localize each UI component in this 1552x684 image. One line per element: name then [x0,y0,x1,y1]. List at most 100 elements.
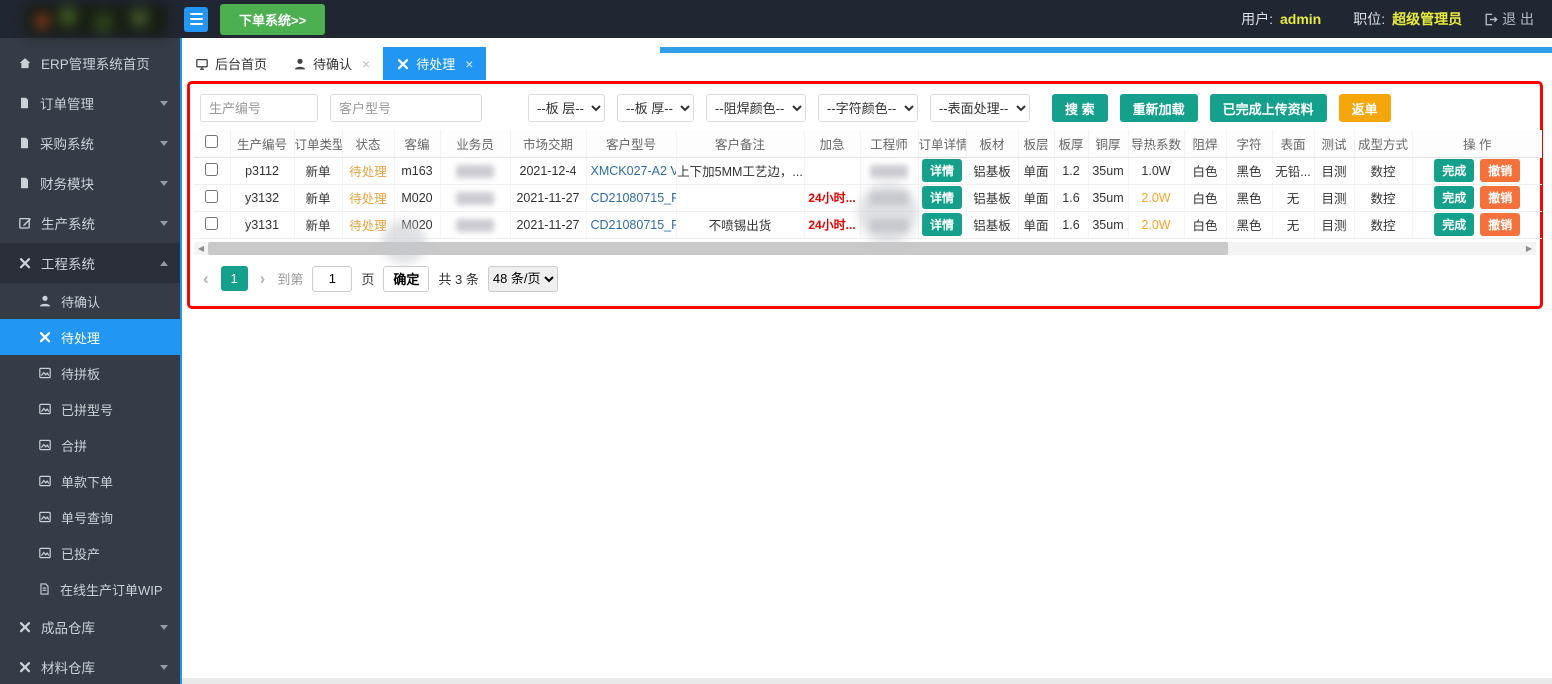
tools-icon [19,662,31,673]
scroll-right-icon[interactable]: ▶ [1522,242,1536,255]
scrollbar-thumb[interactable] [208,241,1228,255]
complete-button[interactable]: 完成 [1434,186,1475,209]
sidebar-item-finance[interactable]: 财务模块 [0,163,180,203]
sidebar: ERP管理系统首页 订单管理 采购系统 财务模块 生产系统 工程系统 待确认 待… [0,38,180,684]
menu-toggle-button[interactable] [184,6,208,32]
cell-silkscreen: 黑色 [1226,211,1273,239]
customer-model-link[interactable]: XMCK027-A2 V1... [586,157,677,185]
page-1-button[interactable]: 1 [220,266,248,291]
next-page-button[interactable]: › [257,269,269,289]
sidebar-item-pending-process[interactable]: 待处理 [0,319,180,355]
person-icon [39,295,51,307]
main-content: 后台首页 待确认 × 待处理 × --板 层-- [180,38,1552,684]
uploaded-files-button[interactable]: 已完成上传资料 [1209,94,1327,122]
sidebar-item-orders[interactable]: 订单管理 [0,83,180,123]
cell-urgent: 24小时... [804,184,861,212]
cell-soldermask: 白色 [1184,157,1227,185]
column-header: 操 作 [1412,130,1542,158]
sidebar-item-single-order[interactable]: 单款下单 [0,463,180,499]
column-header: 加急 [804,130,861,158]
redacted-blur [870,218,908,232]
complete-button[interactable]: 完成 [1434,159,1475,182]
production-no-input[interactable] [200,94,318,122]
sidebar-item-order-lookup[interactable]: 单号查询 [0,499,180,535]
goto-page-input[interactable] [312,265,353,292]
sidebar-item-in-production[interactable]: 已投产 [0,535,180,571]
surface-finish-select[interactable]: --表面处理-- [930,94,1030,122]
cell-copper: 35um [1088,157,1129,185]
detail-button[interactable]: 详情 [921,213,962,236]
close-icon[interactable]: × [362,56,370,72]
sidebar-item-combine[interactable]: 合拼 [0,427,180,463]
tools-icon [39,332,51,343]
sidebar-item-production[interactable]: 生产系统 [0,203,180,243]
sidebar-item-pending-panelize[interactable]: 待拼板 [0,355,180,391]
row-checkbox[interactable] [205,189,219,203]
tab-pending-confirm[interactable]: 待确认 × [280,47,384,80]
board-layer-select[interactable]: --板 层-- [528,94,605,122]
cell-salesman-redacted [440,211,511,239]
board-thickness-select[interactable]: --板 厚-- [617,94,694,122]
cell-forming: 数控 [1354,157,1413,185]
complete-button[interactable]: 完成 [1434,213,1475,236]
sidebar-item-panelized-models[interactable]: 已拼型号 [0,391,180,427]
topbar-user-info: 用户: admin 职位: 超级管理员 退 出 [1241,9,1534,29]
table-horizontal-scrollbar[interactable]: ◀ ▶ [194,241,1536,255]
tab-backend-home[interactable]: 后台首页 [182,47,281,80]
detail-button[interactable]: 详情 [921,159,962,182]
customer-model-link[interactable]: CD21080715_F2... [586,184,677,212]
logout-button[interactable]: 退 出 [1483,9,1534,29]
table-row: y3132 新单 待处理 M020 2021-11-27 CD21080715_… [194,184,1542,212]
thermal-value: 2.0W [1141,217,1171,232]
row-checkbox[interactable] [205,162,219,176]
tab-pending-process[interactable]: 待处理 × [383,47,487,80]
pagination: ‹ 1 › 到第 页 确定 共 3 条 48 条/页 [194,255,1536,294]
revoke-button[interactable]: 撤销 [1480,213,1521,236]
revoke-button[interactable]: 撤销 [1480,159,1521,182]
return-order-button[interactable]: 返单 [1338,94,1391,122]
sidebar-item-finished-warehouse[interactable]: 成品仓库 [0,607,180,647]
sidebar-item-online-wip[interactable]: 在线生产订单WIP [0,571,180,607]
chevron-down-icon [160,180,168,186]
scroll-left-icon[interactable]: ◀ [194,242,208,255]
select-all-checkbox[interactable] [205,135,219,149]
document-icon [20,97,29,109]
chevron-down-icon [160,220,168,226]
sidebar-item-engineering[interactable]: 工程系统 [0,243,180,283]
cell-salesman-redacted [440,157,511,185]
prev-page-button[interactable]: ‹ [200,269,212,289]
cell-status: 待处理 [342,184,395,212]
cell-thermal: 1.0W [1128,157,1185,185]
customer-model-link[interactable]: CD21080715_F6... [586,211,677,239]
confirm-button[interactable]: 确定 [383,265,430,292]
silkscreen-color-select[interactable]: --字符颜色-- [818,94,918,122]
search-button[interactable]: 搜 索 [1052,94,1108,122]
cell-layers: 单面 [1018,184,1055,212]
column-header: 表面 [1272,130,1315,158]
column-header: 工程师 [860,130,919,158]
cell-material: 铝基板 [966,157,1019,185]
close-icon[interactable]: × [465,56,473,72]
cell-market-date: 2021-11-27 [510,211,587,239]
cell-material: 铝基板 [966,184,1019,212]
reload-button[interactable]: 重新加载 [1119,94,1198,122]
cell-customer-code: M020 [394,211,441,239]
sidebar-item-purchasing[interactable]: 采购系统 [0,123,180,163]
soldermask-color-select[interactable]: --阻焊颜色-- [706,94,806,122]
document-icon [20,137,29,149]
page-horizontal-scrollbar[interactable] [182,678,1552,684]
chevron-down-icon [160,140,168,146]
cell-thickness: 1.6 [1054,211,1089,239]
revoke-button[interactable]: 撤销 [1480,186,1521,209]
sidebar-item-home[interactable]: ERP管理系统首页 [0,43,180,83]
row-checkbox[interactable] [205,216,219,230]
page-size-select[interactable]: 48 条/页 [487,265,558,292]
order-system-button[interactable]: 下单系统>> [220,3,326,35]
cell-order-type: 新单 [294,157,343,185]
customer-model-input[interactable] [330,94,482,122]
cell-customer-note [676,184,805,212]
cell-production-no: y3132 [230,184,295,212]
sidebar-item-material-warehouse[interactable]: 材料仓库 [0,647,180,684]
sidebar-item-pending-confirm[interactable]: 待确认 [0,283,180,319]
detail-button[interactable]: 详情 [921,186,962,209]
